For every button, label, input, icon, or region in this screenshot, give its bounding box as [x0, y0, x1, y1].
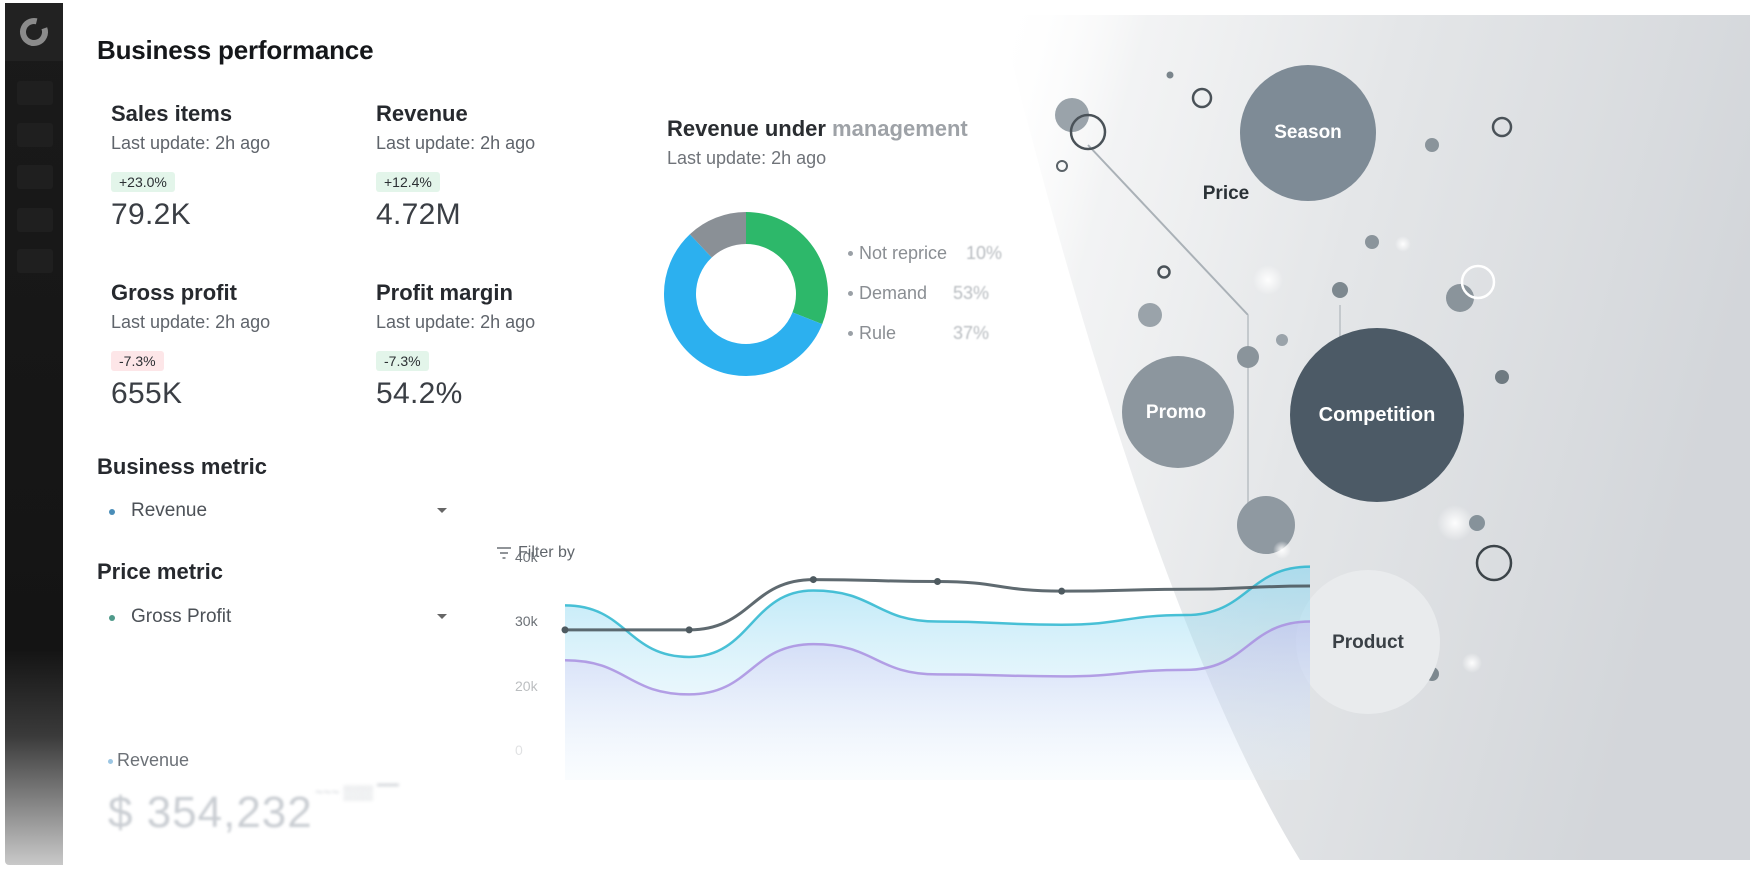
- data-point-marker[interactable]: [934, 578, 941, 586]
- kpi-last-update: Last update: 2h ago: [376, 312, 536, 332]
- revenue-legend-label: Revenue: [117, 750, 190, 770]
- kpi-value: 54.2%: [376, 377, 463, 410]
- rum-title-faded: management: [832, 116, 968, 141]
- legend-pct: 37%: [953, 323, 990, 343]
- metric-dot-icon: [109, 615, 115, 621]
- sidebar-nav-item-5[interactable]: [17, 249, 53, 273]
- legend-label: Rule: [859, 323, 897, 343]
- business-metric-title: Business metric: [97, 454, 267, 479]
- y-tick-label: 20k: [515, 678, 539, 694]
- legend-pct: 53%: [953, 283, 990, 303]
- legend-dot-icon: [848, 291, 853, 296]
- kpi-title: Sales items: [111, 101, 233, 126]
- kpi-change-badge: +12.4%: [376, 172, 440, 192]
- kpi-change-badge: -7.3%: [111, 351, 164, 371]
- kpi-title: Gross profit: [111, 280, 237, 305]
- metrics-line-chart: 40k 30k 20k 0: [515, 549, 1311, 780]
- kpi-value: 79.2K: [111, 198, 191, 231]
- kpi-last-update: Last update: 2h ago: [111, 312, 271, 332]
- legend-dot-icon: [108, 758, 113, 764]
- revenue-under-management-subtitle: Last update: 2h ago: [667, 148, 827, 168]
- donut-slice-not-reprice[interactable]: [689, 212, 747, 259]
- y-tick-label: 40k: [515, 549, 539, 565]
- legend-label: Not reprice: [859, 243, 948, 263]
- revenue-note: ~~~ ▒▒▒ ▔▔: [315, 784, 399, 800]
- kpi-change-badge: +23.0%: [111, 172, 175, 192]
- price-metric-title: Price metric: [97, 559, 223, 584]
- kpi-card-gross-profit[interactable]: Gross profit Last update: 2h ago -7.3% 6…: [111, 280, 371, 411]
- donut-slice-rule[interactable]: [745, 212, 828, 325]
- kpi-title: Revenue: [376, 101, 468, 126]
- business-metric-value: Revenue: [131, 500, 208, 521]
- revenue-under-management-title: Revenue under management: [667, 116, 968, 142]
- kpi-last-update: Last update: 2h ago: [111, 133, 271, 153]
- sidebar-nav-item-3[interactable]: [17, 165, 53, 189]
- kpi-change-badge: -7.3%: [376, 351, 429, 371]
- data-point-marker[interactable]: [685, 626, 693, 634]
- sidebar-nav-item-1[interactable]: [17, 81, 53, 105]
- kpi-last-update: Last update: 2h ago: [376, 133, 536, 153]
- kpi-card-revenue[interactable]: Revenue Last update: 2h ago +12.4% 4.72M: [376, 101, 636, 232]
- business-metric-select[interactable]: Revenue: [97, 496, 447, 528]
- data-point-marker[interactable]: [1058, 587, 1066, 595]
- data-point-marker[interactable]: [561, 626, 569, 634]
- data-point-marker[interactable]: [809, 576, 817, 584]
- sidebar-nav-item-4[interactable]: [17, 208, 53, 232]
- price-metric-select[interactable]: Gross Profit: [97, 602, 447, 634]
- kpi-card-sales-items[interactable]: Sales items Last update: 2h ago +23.0% 7…: [111, 101, 371, 232]
- y-tick-label: 0: [515, 742, 523, 758]
- sidebar-nav-item-2[interactable]: [17, 123, 53, 147]
- ring-logo-icon[interactable]: [17, 15, 51, 49]
- legend-dot-icon: [848, 331, 853, 336]
- y-tick-label: 30k: [515, 613, 539, 629]
- revenue-donut-chart: [664, 212, 828, 376]
- page-title: Business performance: [97, 35, 374, 65]
- donut-legend-rule[interactable]: Rule 37%: [848, 323, 989, 344]
- kpi-value: 655K: [111, 377, 183, 410]
- price-metric-value: Gross Profit: [131, 606, 232, 627]
- legend-label: Demand: [859, 283, 928, 303]
- revenue-legend: Revenue: [108, 750, 189, 771]
- kpi-value: 4.72M: [376, 198, 461, 231]
- legend-dot-icon: [848, 251, 853, 256]
- donut-legend-demand[interactable]: Demand 53%: [848, 283, 989, 304]
- rum-title-main: Revenue under: [667, 116, 833, 141]
- kpi-title: Profit margin: [376, 280, 513, 305]
- donut-legend-not-reprice[interactable]: Not reprice 10%: [848, 243, 1002, 264]
- chevron-down-icon[interactable]: [437, 614, 447, 619]
- chevron-down-icon[interactable]: [437, 508, 447, 513]
- metric-dot-icon: [109, 509, 115, 515]
- sidebar: [5, 3, 63, 865]
- revenue-total-value: $ 354,232: [108, 788, 313, 837]
- kpi-card-profit-margin[interactable]: Profit margin Last update: 2h ago -7.3% …: [376, 280, 636, 411]
- legend-pct: 10%: [966, 243, 1003, 263]
